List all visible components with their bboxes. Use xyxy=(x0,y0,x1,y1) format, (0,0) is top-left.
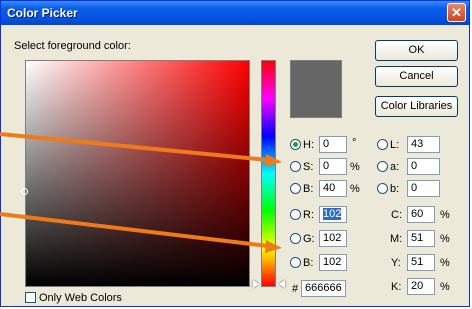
only-web-colors-label: Only Web Colors xyxy=(39,292,122,304)
a-channel-input[interactable]: 0 xyxy=(407,158,440,175)
red-radio[interactable] xyxy=(290,209,301,220)
magenta-unit: % xyxy=(440,233,450,245)
saturation-unit: % xyxy=(350,161,360,173)
window-title: Color Picker xyxy=(7,6,78,20)
red-input[interactable]: 102 xyxy=(319,206,347,223)
color-field-marker[interactable] xyxy=(21,188,28,195)
black-input[interactable]: 20 xyxy=(407,278,435,295)
select-foreground-label: Select foreground color: xyxy=(14,40,131,52)
hue-radio[interactable] xyxy=(290,139,301,150)
green-label: G: xyxy=(303,233,315,245)
hue-input[interactable]: 0 xyxy=(319,136,347,153)
hex-input[interactable]: 666666 xyxy=(301,280,346,297)
b-channel-label: b: xyxy=(390,183,400,195)
brightness-input[interactable]: 40 xyxy=(319,180,347,197)
b-channel-input[interactable]: 0 xyxy=(407,180,440,197)
title-bar[interactable]: Color Picker ✕ xyxy=(1,1,469,25)
yellow-input[interactable]: 51 xyxy=(407,254,435,271)
color-libraries-button[interactable]: Color Libraries xyxy=(375,96,458,117)
hex-label: # xyxy=(292,283,299,295)
brightness-unit: % xyxy=(350,183,360,195)
cyan-label: C: xyxy=(391,209,402,221)
yellow-unit: % xyxy=(440,257,450,269)
lightness-label: L: xyxy=(390,139,400,151)
green-radio[interactable] xyxy=(290,233,301,244)
saturation-radio[interactable] xyxy=(290,161,301,172)
yellow-label: Y: xyxy=(391,257,401,269)
color-field[interactable] xyxy=(25,60,250,287)
a-channel-label: a: xyxy=(390,161,400,173)
a-channel-radio[interactable] xyxy=(377,161,388,172)
close-icon: ✕ xyxy=(451,5,462,20)
close-button[interactable]: ✕ xyxy=(447,3,466,22)
black-unit: % xyxy=(440,281,450,293)
green-input[interactable]: 102 xyxy=(319,230,347,247)
hue-slider-right-arrow-icon[interactable] xyxy=(279,280,285,288)
blue-label: B: xyxy=(303,257,314,269)
hue-slider-left-arrow-icon[interactable] xyxy=(253,280,259,288)
red-label: R: xyxy=(303,209,314,221)
magenta-label: M: xyxy=(390,233,403,245)
brightness-radio[interactable] xyxy=(290,183,301,194)
saturation-input[interactable]: 0 xyxy=(319,158,347,175)
brightness-label: B: xyxy=(303,183,314,195)
b-channel-radio[interactable] xyxy=(377,183,388,194)
hue-slider[interactable] xyxy=(261,60,276,287)
blue-input[interactable]: 102 xyxy=(319,254,347,271)
cancel-button[interactable]: Cancel xyxy=(375,66,458,87)
lightness-input[interactable]: 43 xyxy=(407,136,440,153)
ok-button[interactable]: OK xyxy=(375,40,458,61)
hue-unit: ° xyxy=(352,137,357,149)
only-web-colors-checkbox[interactable] xyxy=(25,292,36,303)
lightness-radio[interactable] xyxy=(377,139,388,150)
current-color-swatch xyxy=(290,60,342,118)
cyan-input[interactable]: 60 xyxy=(407,206,435,223)
blue-radio[interactable] xyxy=(290,257,301,268)
black-label: K: xyxy=(391,281,402,293)
cyan-unit: % xyxy=(440,209,450,221)
magenta-input[interactable]: 51 xyxy=(407,230,435,247)
hue-label: H: xyxy=(303,139,314,151)
red-input-value: 102 xyxy=(323,208,342,220)
saturation-label: S: xyxy=(303,161,314,173)
